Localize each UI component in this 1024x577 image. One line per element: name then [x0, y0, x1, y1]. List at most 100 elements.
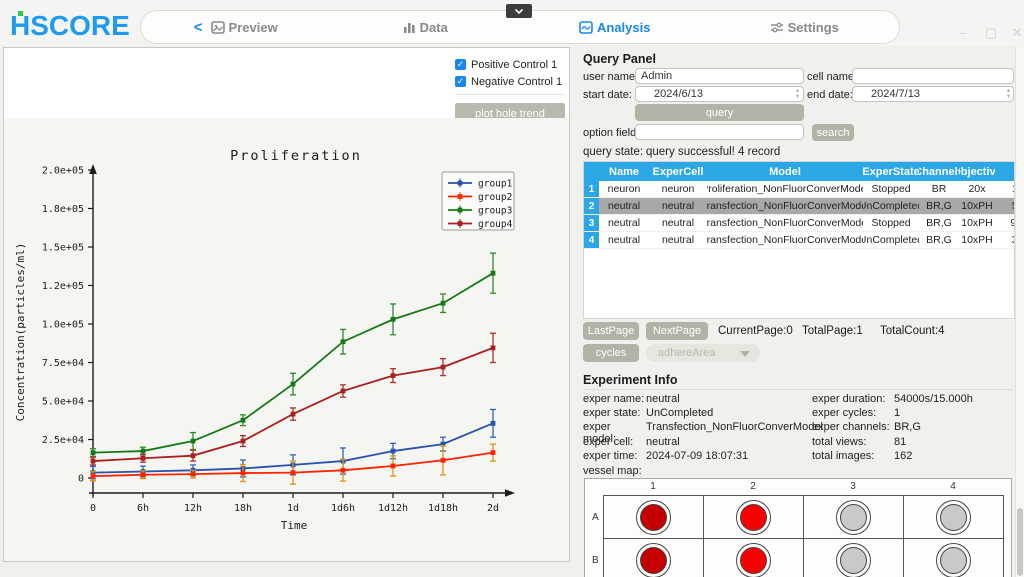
next-page-button[interactable]: NextPage: [646, 322, 708, 340]
info-value: 2024-07-09 18:07:31: [646, 450, 748, 464]
tab-data[interactable]: Data: [331, 20, 521, 35]
table-cell: BR,G: [919, 215, 959, 231]
chart-panel: ✓ Positive Control 1 ✓ Negative Control …: [3, 47, 570, 562]
svg-text:12h: 12h: [184, 503, 202, 514]
table-cell: 20x: [959, 181, 995, 197]
well-gray: [840, 547, 867, 574]
vertical-scrollbar[interactable]: [1015, 47, 1024, 577]
info-label: exper cycles:: [812, 407, 894, 421]
table-row[interactable]: 2neutralneutralTransfection_NonFluorConv…: [584, 198, 1014, 215]
date-spinner-icon[interactable]: ▲▼: [793, 88, 802, 100]
close-button[interactable]: ✕: [1006, 24, 1024, 42]
experiment-info-title: Experiment Info: [583, 373, 677, 387]
cycles-button[interactable]: cycles: [583, 344, 639, 362]
info-value: Transfection_NonFluorConverModel: [646, 421, 823, 435]
vessel-well-cell[interactable]: [704, 496, 804, 539]
table-cell: neutral: [599, 232, 649, 248]
search-button[interactable]: search: [812, 124, 854, 141]
column-header-channels[interactable]: Channels: [919, 162, 959, 181]
row-number: 1: [584, 181, 599, 197]
cell-name-input[interactable]: [852, 68, 1014, 84]
negative-control-checkbox-row[interactable]: ✓ Negative Control 1: [455, 73, 565, 90]
vessel-well-cell[interactable]: [804, 496, 904, 539]
sliders-icon: [770, 21, 784, 34]
table-corner-cell: [584, 162, 599, 181]
table-cell: 10xPH: [959, 232, 995, 248]
positive-control-checkbox-row[interactable]: ✓ Positive Control 1: [455, 56, 565, 73]
well-outer-ring: [736, 543, 771, 577]
vessel-well-cell[interactable]: [704, 539, 804, 577]
svg-text:1.5e+05: 1.5e+05: [42, 243, 84, 254]
tab-settings[interactable]: Settings: [710, 20, 900, 35]
column-header-e-si[interactable]: e Si: [995, 162, 1015, 181]
vessel-column-number: 1: [603, 481, 703, 492]
date-spinner-icon[interactable]: ▲▼: [1004, 88, 1013, 100]
svg-text:2.5e+04: 2.5e+04: [42, 435, 84, 446]
end-date-input[interactable]: 2024/7/13: [852, 86, 1014, 102]
table-cell: UnCompleted: [863, 198, 919, 214]
checkbox-checked-icon[interactable]: ✓: [455, 59, 466, 70]
column-header-experstate[interactable]: ExperState: [863, 162, 919, 181]
vessel-well-cell[interactable]: [804, 539, 904, 577]
well-gray: [940, 504, 967, 531]
divider: [455, 94, 565, 95]
maximize-button[interactable]: ▢: [980, 24, 1002, 42]
vessel-well-cell[interactable]: [604, 496, 704, 539]
vessel-well-cell[interactable]: [904, 496, 1004, 539]
table-cell: Transfection_NonFluorConverModel: [707, 215, 863, 231]
total-page-text: TotalPage:1: [802, 325, 863, 337]
table-row[interactable]: 1neuronneuronProliferation_NonFluorConve…: [584, 181, 1014, 198]
column-header-objective[interactable]: Objective: [959, 162, 995, 181]
table-cell: 31111: [995, 232, 1015, 248]
scrollbar-thumb[interactable]: [1017, 508, 1023, 576]
svg-text:Time: Time: [281, 519, 308, 532]
query-panel-title: Query Panel: [583, 52, 656, 66]
experiment-info-left-column: exper name:neutralexper state:UnComplete…: [583, 393, 811, 464]
svg-text:18h: 18h: [234, 503, 252, 514]
back-arrow-icon[interactable]: <: [194, 19, 203, 36]
table-cell: neutral: [649, 215, 707, 231]
svg-text:0: 0: [78, 474, 84, 485]
query-button[interactable]: query: [635, 104, 804, 121]
bar-chart-icon: [403, 21, 416, 34]
column-header-name[interactable]: Name: [599, 162, 649, 181]
vessel-well-cell[interactable]: [904, 539, 1004, 577]
current-page-text: CurrentPage:0: [718, 325, 793, 337]
user-name-input[interactable]: Admin: [635, 68, 804, 84]
well-gray: [940, 547, 967, 574]
column-header-expercell[interactable]: ExperCell: [649, 162, 707, 181]
adhere-area-dropdown[interactable]: adhereArea: [646, 344, 760, 362]
svg-text:6h: 6h: [137, 503, 149, 514]
table-cell: BR,G: [919, 198, 959, 214]
option-field-input[interactable]: [635, 124, 804, 140]
collapse-toolbar-button[interactable]: [506, 4, 532, 18]
svg-text:group4: group4: [478, 219, 513, 230]
table-cell: 94963: [995, 215, 1015, 231]
vessel-well-cell[interactable]: [604, 539, 704, 577]
tab-preview[interactable]: < Preview: [141, 19, 331, 36]
table-cell: Stopped: [863, 215, 919, 231]
minimize-button[interactable]: –: [952, 24, 974, 42]
tab-preview-label: Preview: [229, 20, 278, 35]
right-panel: Query Panel user name: Admin cell name: …: [580, 47, 1016, 577]
info-label: exper model:: [583, 421, 646, 435]
vessel-row: [604, 496, 1004, 539]
info-value: neutral: [646, 436, 680, 450]
table-row[interactable]: 4neutralneutralTransfection_NonFluorConv…: [584, 232, 1014, 249]
tab-analysis[interactable]: Analysis: [520, 20, 710, 35]
checkbox-checked-icon[interactable]: ✓: [455, 76, 466, 87]
last-page-button[interactable]: LastPage: [583, 322, 639, 340]
proliferation-chart: 02.5e+045.0e+047.5e+041.0e+051.2e+051.5e…: [4, 118, 569, 561]
svg-text:2d: 2d: [487, 503, 499, 514]
vessel-column-number: 4: [903, 481, 1003, 492]
chart-canvas: 02.5e+045.0e+047.5e+041.0e+051.2e+051.5e…: [4, 118, 569, 561]
start-date-input[interactable]: 2024/6/13: [635, 86, 804, 102]
vessel-grid: [603, 495, 1004, 577]
column-header-model[interactable]: Model: [707, 162, 863, 181]
svg-text:1d6h: 1d6h: [331, 503, 355, 514]
info-value: 54000s/15.000h: [894, 393, 973, 407]
line-chart-icon: [579, 21, 593, 34]
table-row[interactable]: 3neutralneutralTransfection_NonFluorConv…: [584, 215, 1014, 232]
vessel-row-label: B: [592, 555, 599, 566]
results-table-body: 1neuronneuronProliferation_NonFluorConve…: [584, 181, 1014, 249]
